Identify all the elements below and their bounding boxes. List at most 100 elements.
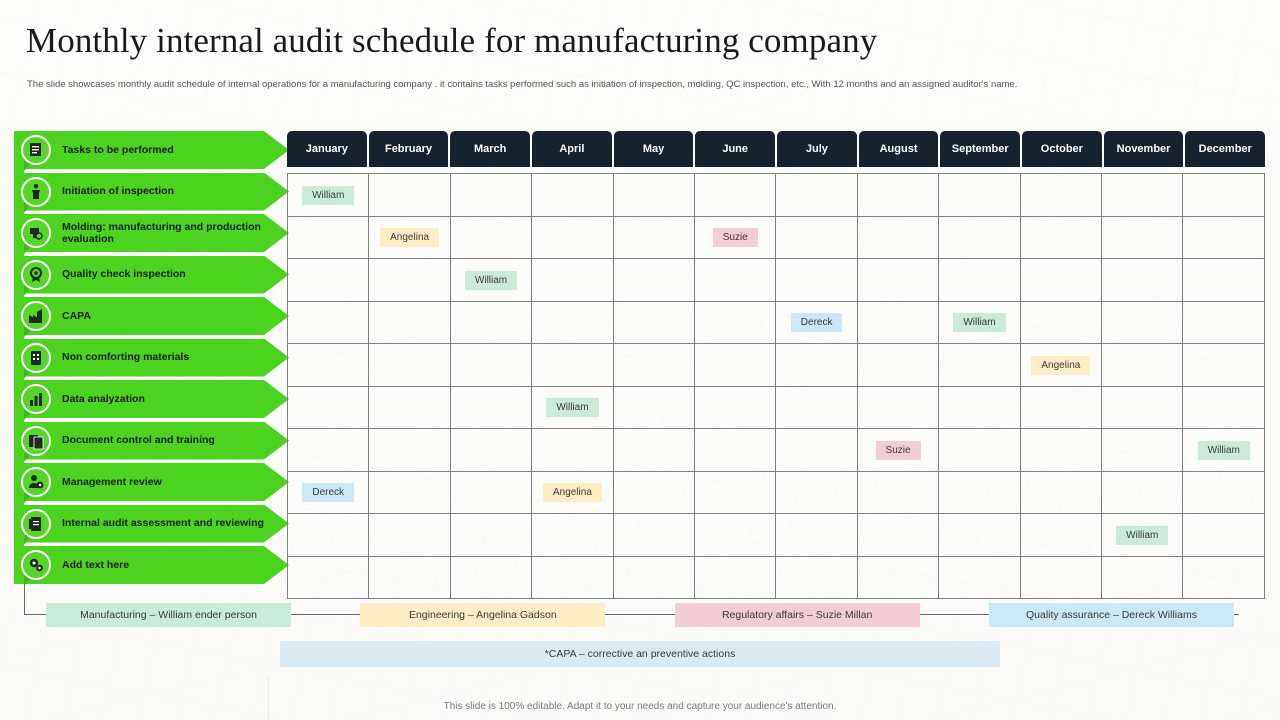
schedule-cell[interactable] (1019, 555, 1103, 599)
schedule-cell[interactable] (1182, 258, 1265, 302)
task-row-4[interactable]: CAPA (14, 297, 289, 335)
assignee-chip[interactable]: Suzie (712, 228, 758, 248)
schedule-cell[interactable] (531, 215, 614, 259)
assignee-chip[interactable]: William (953, 313, 1006, 333)
schedule-cell[interactable] (938, 343, 1021, 387)
schedule-cell[interactable] (1019, 470, 1103, 514)
schedule-cell[interactable] (531, 300, 614, 344)
legend-item-1[interactable]: Engineering – Angelina Gadson (360, 602, 606, 627)
schedule-cell[interactable] (938, 258, 1021, 302)
schedule-cell[interactable] (449, 343, 533, 387)
schedule-cell[interactable]: William (286, 173, 370, 217)
schedule-cell[interactable] (1182, 173, 1265, 217)
assignee-chip[interactable]: William (464, 270, 518, 290)
schedule-cell[interactable] (938, 513, 1021, 557)
legend-item-0[interactable]: Manufacturing – William ender person (46, 602, 291, 627)
month-header-october[interactable]: October (1022, 131, 1102, 167)
schedule-cell[interactable] (449, 173, 533, 217)
month-header-april[interactable]: April (532, 131, 612, 167)
schedule-cell[interactable] (368, 343, 451, 387)
task-row-3[interactable]: Quality check inspection (14, 255, 289, 294)
schedule-cell[interactable] (775, 258, 858, 302)
schedule-cell[interactable] (1101, 215, 1184, 259)
schedule-cell[interactable] (612, 173, 696, 217)
schedule-cell[interactable] (938, 385, 1021, 429)
schedule-cell[interactable]: Dereck (286, 470, 370, 514)
schedule-cell[interactable] (1019, 258, 1103, 302)
schedule-cell[interactable] (694, 343, 777, 387)
task-row-10[interactable]: Add text here (14, 546, 289, 584)
assignee-chip[interactable]: Suzie (875, 440, 921, 460)
schedule-cell[interactable]: Suzie (694, 215, 777, 259)
schedule-cell[interactable]: Suzie (856, 428, 940, 472)
month-header-september[interactable]: September (940, 131, 1021, 167)
assignee-chip[interactable]: Angelina (542, 483, 602, 503)
task-row-5[interactable]: Non comforting materials (14, 338, 289, 377)
schedule-cell[interactable] (1101, 385, 1184, 429)
schedule-cell[interactable] (775, 215, 858, 259)
schedule-cell[interactable] (775, 385, 858, 429)
task-row-0[interactable]: Tasks to be performed (14, 131, 289, 169)
schedule-cell[interactable] (612, 555, 696, 599)
schedule-cell[interactable] (694, 385, 777, 429)
schedule-cell[interactable] (856, 173, 940, 217)
schedule-cell[interactable] (1019, 173, 1103, 217)
schedule-cell[interactable] (694, 428, 777, 472)
schedule-cell[interactable] (368, 513, 451, 557)
legend-item-3[interactable]: Quality assurance – Dereck Williams (988, 602, 1234, 627)
schedule-cell[interactable] (612, 385, 696, 429)
task-row-6[interactable]: Data analyzation (14, 380, 289, 418)
schedule-cell[interactable] (368, 428, 451, 472)
schedule-cell[interactable]: William (1101, 513, 1184, 557)
assignee-chip[interactable]: Angelina (1031, 355, 1091, 375)
schedule-cell[interactable]: Angelina (1019, 343, 1103, 387)
schedule-cell[interactable] (531, 173, 614, 217)
schedule-cell[interactable] (1019, 428, 1103, 472)
schedule-cell[interactable] (368, 385, 451, 429)
assignee-chip[interactable]: Angelina (380, 228, 440, 248)
schedule-cell[interactable] (368, 173, 451, 217)
schedule-cell[interactable] (856, 385, 940, 429)
task-row-8[interactable]: Management review (14, 463, 289, 501)
schedule-cell[interactable] (368, 555, 451, 599)
schedule-cell[interactable] (368, 470, 451, 514)
schedule-cell[interactable] (531, 555, 614, 599)
schedule-cell[interactable] (1182, 300, 1265, 344)
schedule-cell[interactable] (286, 343, 370, 387)
month-header-may[interactable]: May (613, 131, 694, 167)
schedule-cell[interactable] (531, 343, 614, 387)
schedule-cell[interactable] (449, 385, 533, 429)
schedule-cell[interactable] (856, 470, 940, 514)
schedule-cell[interactable] (856, 343, 940, 387)
schedule-cell[interactable] (449, 555, 533, 599)
schedule-cell[interactable] (694, 513, 777, 557)
schedule-cell[interactable]: Dereck (775, 300, 858, 344)
schedule-cell[interactable] (1182, 555, 1265, 599)
assignee-chip[interactable]: William (302, 185, 355, 205)
schedule-cell[interactable] (775, 513, 858, 557)
month-header-december[interactable]: December (1185, 131, 1266, 167)
month-header-november[interactable]: November (1103, 131, 1184, 167)
schedule-cell[interactable] (775, 173, 858, 217)
schedule-cell[interactable] (938, 173, 1021, 217)
schedule-cell[interactable] (938, 555, 1021, 599)
schedule-cell[interactable] (1019, 385, 1103, 429)
month-header-february[interactable]: February (368, 131, 449, 167)
month-header-january[interactable]: January (287, 131, 367, 167)
schedule-cell[interactable] (1182, 470, 1265, 514)
schedule-cell[interactable] (1019, 300, 1103, 344)
schedule-cell[interactable] (531, 428, 614, 472)
schedule-cell[interactable] (1101, 343, 1184, 387)
schedule-cell[interactable] (775, 555, 858, 599)
schedule-cell[interactable] (694, 258, 777, 302)
schedule-cell[interactable] (286, 513, 370, 557)
legend-item-2[interactable]: Regulatory affairs – Suzie Millan (674, 602, 920, 627)
schedule-cell[interactable] (775, 428, 858, 472)
schedule-cell[interactable] (1101, 470, 1184, 514)
assignee-chip[interactable]: Dereck (302, 483, 355, 503)
schedule-cell[interactable] (612, 343, 696, 387)
schedule-cell[interactable] (531, 513, 614, 557)
schedule-cell[interactable] (612, 215, 696, 259)
schedule-cell[interactable] (449, 428, 533, 472)
schedule-cell[interactable] (1182, 215, 1265, 259)
